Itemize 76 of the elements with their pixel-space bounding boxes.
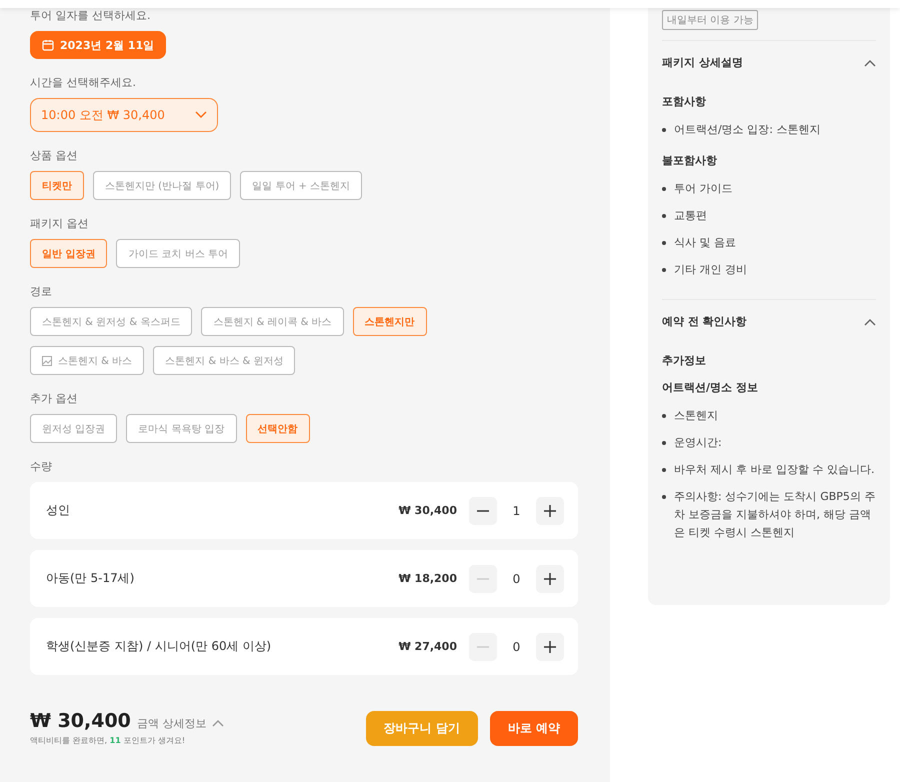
chevron-up-icon [864,318,876,326]
block-heading: 어트랙션/명소 정보 [662,380,759,395]
minus-button[interactable] [469,496,497,524]
chevron-up-icon [864,58,876,66]
option-chip[interactable]: 로마식 목욕탕 입장 [126,414,237,443]
block-heading: 불포함사항 [662,153,718,168]
minus-icon [477,510,489,512]
plus-icon [544,572,556,584]
bullet-icon [662,128,666,132]
chevron-up-icon [212,719,224,727]
plus-icon [544,640,556,652]
option-chip[interactable]: 일반 입장권 [30,239,108,268]
option-chip[interactable]: 선택안함 [246,414,310,443]
option-chip[interactable]: 윈저성 입장권 [30,414,118,443]
points-note: 액티비티를 완료하면, 11 포인트가 생겨요! [30,735,186,746]
price-detail-link[interactable]: 금액 상세정보 [136,716,206,731]
plus-button[interactable] [536,496,564,524]
quantity-count: 1 [512,504,522,518]
availability-badge: 내일부터 이용 가능 [662,10,758,30]
date-button[interactable]: 2023년 2월 11일 [30,31,166,59]
bullet-icon [662,441,666,445]
section-label: 경로 [30,284,53,299]
list-item: 바우처 제시 후 바로 입장할 수 있습니다. [674,462,874,478]
bullet-icon [662,187,666,191]
total-price: ₩ 30,400 [30,710,131,732]
option-chip[interactable]: 스톤헨지 & 바스 & 윈저성 [153,346,296,375]
ticket-type: 성인 [46,502,71,519]
list-item: 식사 및 음료 [674,235,736,251]
section-label: 수량 [30,459,53,474]
section-label: 패키지 옵션 [30,216,90,231]
time-select[interactable]: 10:00 오전 ₩ 30,400 [30,98,218,132]
option-chip[interactable]: 일일 투어 + 스톤헨지 [240,171,362,200]
plus-button[interactable] [536,564,564,592]
block-heading: 포함사항 [662,94,707,109]
list-item: 스톤헨지 [674,408,718,424]
bullet-icon [662,495,666,499]
ticket-price: ₩ 27,400 [398,640,457,653]
bullet-icon [662,241,666,245]
option-chip[interactable]: 스톤헨지 & 바스 [30,346,144,375]
book-now-button[interactable]: 바로 예약 [490,710,578,746]
calendar-icon [42,39,54,51]
section-title: 패키지 상세설명 [662,55,743,70]
ticket-type: 아동(만 5-17세) [46,570,136,587]
ticket-price: ₩ 30,400 [398,504,457,517]
section-label: 투어 일자를 선택하세요. [30,8,152,23]
option-chip[interactable]: 스톤헨지만 (반나절 투어) [93,171,232,200]
option-chip[interactable]: 스톤헨지 & 레이콕 & 바스 [201,307,344,336]
list-item: 주의사항: 성수기에는 도착시 GBP5의 주차 보증금을 지불하셔야 하며, 해당 금액은 티켓 수령시 스톤헨지 [674,489,876,541]
quantity-count: 0 [512,640,522,654]
ticket-price: ₩ 18,200 [398,572,457,585]
list-item: 기타 개인 경비 [674,262,747,278]
bullet-icon [662,414,666,418]
list-item: 운영시간: [674,435,722,451]
section-label: 상품 옵션 [30,148,78,163]
option-chip[interactable]: 가이드 코치 버스 투어 [116,239,240,268]
minus-icon [477,646,489,648]
option-chip[interactable]: 티켓만 [30,171,84,200]
section-label: 시간을 선택해주세요. [30,75,137,90]
plus-button[interactable] [536,632,564,660]
block-heading: 추가정보 [662,353,707,368]
minus-icon [477,578,489,580]
section-label: 추가 옵션 [30,391,78,406]
bullet-icon [662,268,666,272]
add-to-cart-button[interactable]: 장바구니 담기 [366,710,478,746]
chevron-down-icon [195,111,207,119]
option-chip[interactable]: 스톤헨지만 [352,307,427,336]
bullet-icon [662,468,666,472]
option-chip[interactable]: 스톤헨지 & 윈저성 & 옥스퍼드 [30,307,192,336]
plus-icon [544,504,556,516]
list-item: 투어 가이드 [674,181,732,197]
ticket-type: 학생(신분증 지참) / 시니어(만 60세 이상) [46,638,272,655]
section-title: 예약 전 확인사항 [662,314,747,329]
quantity-count: 0 [512,572,522,586]
bullet-icon [662,214,666,218]
list-item: 교통편 [674,208,707,224]
list-item: 어트랙션/명소 입장: 스톤헨지 [674,122,820,138]
